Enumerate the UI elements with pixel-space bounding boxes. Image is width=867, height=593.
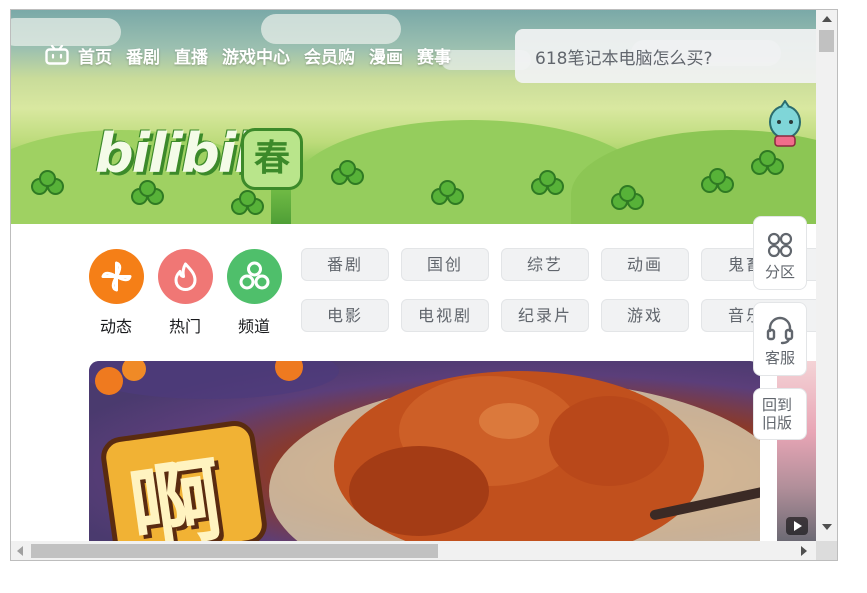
old-version-label: 回到旧版 — [762, 396, 793, 432]
tag-game[interactable]: 游戏 — [601, 299, 689, 332]
play-icon — [786, 517, 808, 535]
browser-window: bilibili 春 首页 番剧 直播 游戏中心 会员购 漫画 赛事 618笔记… — [10, 9, 838, 561]
hot-label[interactable]: 热门 — [155, 313, 215, 337]
zones-label: 分区 — [764, 263, 795, 281]
carousel-main-slide[interactable]: 啊 — [89, 361, 760, 541]
nav-esports[interactable]: 赛事 — [417, 43, 451, 68]
nav-manga[interactable]: 漫画 — [369, 43, 403, 68]
tag-guochuang[interactable]: 国创 — [401, 248, 489, 281]
top-navigation: 首页 番剧 直播 游戏中心 会员购 漫画 赛事 — [45, 40, 465, 70]
scroll-down-arrow-icon[interactable] — [822, 524, 832, 530]
hot-button[interactable] — [158, 249, 213, 304]
channels-label[interactable]: 频道 — [224, 313, 284, 337]
horizontal-scroll-thumb[interactable] — [31, 544, 438, 558]
search-input[interactable]: 618笔记本电脑怎么买? — [515, 29, 816, 83]
tag-tv-series[interactable]: 电视剧 — [401, 299, 489, 332]
channels-button[interactable] — [227, 249, 282, 304]
headset-icon — [766, 316, 794, 345]
nav-live[interactable]: 直播 — [174, 43, 208, 68]
mascot-illustration — [769, 100, 801, 147]
nav-member-shop[interactable]: 会员购 — [304, 43, 355, 68]
dynamic-label[interactable]: 动态 — [86, 313, 146, 337]
tag-variety[interactable]: 综艺 — [501, 248, 589, 281]
customer-service-label: 客服 — [764, 349, 795, 367]
tag-animation[interactable]: 动画 — [601, 248, 689, 281]
pinwheel-icon — [101, 261, 132, 292]
spring-logo-mark: 春 — [241, 128, 303, 190]
vertical-scroll-thumb[interactable] — [819, 30, 834, 52]
tag-anime[interactable]: 番剧 — [301, 248, 389, 281]
scroll-right-arrow-icon[interactable] — [801, 546, 807, 556]
nav-anime[interactable]: 番剧 — [126, 43, 160, 68]
dynamic-button[interactable] — [89, 249, 144, 304]
scroll-up-arrow-icon[interactable] — [822, 16, 832, 22]
bilibili-tv-icon[interactable] — [45, 45, 69, 65]
header-banner: bilibili 春 首页 番剧 直播 游戏中心 会员购 漫画 赛事 618笔记… — [11, 10, 816, 224]
nav-game-center[interactable]: 游戏中心 — [222, 43, 290, 68]
old-version-button[interactable]: 回到旧版 — [753, 388, 807, 440]
scrollbar-corner — [816, 541, 837, 560]
nav-home[interactable]: 首页 — [78, 43, 112, 68]
carousel-title-art: 啊 — [123, 446, 230, 541]
channels-icon — [239, 261, 270, 290]
tag-movie[interactable]: 电影 — [301, 299, 389, 332]
customer-service-button[interactable]: 客服 — [753, 302, 807, 376]
horizontal-scrollbar[interactable] — [11, 541, 816, 560]
scroll-left-arrow-icon[interactable] — [17, 546, 23, 556]
grid-icon — [767, 232, 793, 258]
flame-icon — [174, 262, 197, 291]
zones-button[interactable]: 分区 — [753, 216, 807, 290]
vertical-scrollbar[interactable] — [816, 10, 837, 541]
tag-documentary[interactable]: 纪录片 — [501, 299, 589, 332]
page-viewport: bilibili 春 首页 番剧 直播 游戏中心 会员购 漫画 赛事 618笔记… — [11, 10, 816, 541]
search-placeholder: 618笔记本电脑怎么买? — [535, 49, 713, 69]
